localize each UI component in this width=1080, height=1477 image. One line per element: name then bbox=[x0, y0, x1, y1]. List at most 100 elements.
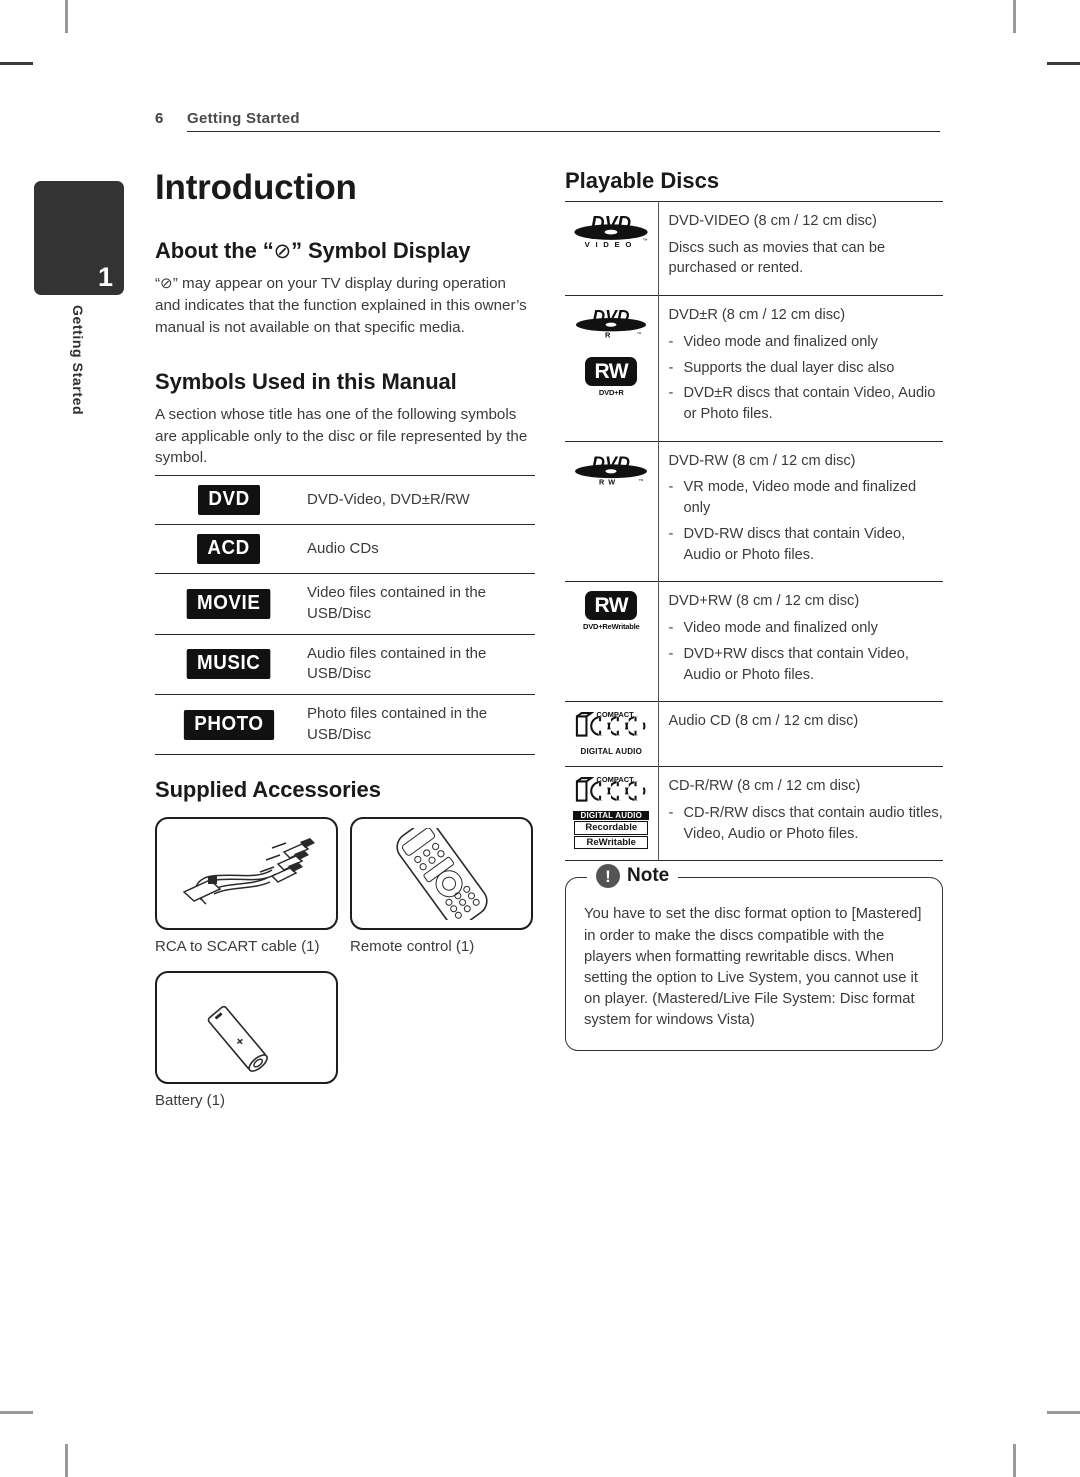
about-symbol-body: “⊘” may appear on your TV display during… bbox=[155, 275, 527, 336]
right-column: Playable Discs DVD V I D E O ™ DVD-VIDEO… bbox=[565, 168, 943, 1052]
list-item: - VR mode, Video mode and finalized only bbox=[669, 477, 944, 518]
crop-mark-bottom-right-vertical bbox=[1013, 1444, 1016, 1477]
compact-disc-digital-audio-caption: DIGITAL AUDIO bbox=[580, 747, 643, 757]
accessory-box-remote bbox=[350, 817, 533, 931]
disc-bullet-dvd-plus-rw-2: DVD+RW discs that contain Video, Audio o… bbox=[683, 645, 909, 683]
recordable-tag: Recordable bbox=[574, 821, 649, 835]
table-row: MUSIC Audio files contained in the USB/D… bbox=[155, 634, 535, 694]
crop-mark-bottom-left-horizontal bbox=[0, 1411, 33, 1414]
rw-dvd-plus-r-caption: DVD+R bbox=[598, 388, 624, 398]
note-title: Note bbox=[627, 865, 670, 887]
about-symbol-heading-prefix: About the “ bbox=[155, 238, 274, 263]
bullet-dash: - bbox=[668, 359, 674, 376]
header-section-title: Getting Started bbox=[187, 110, 300, 127]
accessories-row-1 bbox=[155, 817, 535, 931]
crop-mark-top-right-horizontal bbox=[1047, 62, 1080, 65]
crop-mark-top-left-vertical bbox=[65, 0, 68, 33]
rw-dvd-plus-rewritable-caption: DVD+ReWritable bbox=[583, 622, 640, 632]
playable-discs-heading: Playable Discs bbox=[565, 168, 720, 193]
list-item: - CD-R/RW discs that contain audio titles… bbox=[669, 803, 944, 844]
svg-text:COMPACT: COMPACT bbox=[597, 776, 635, 784]
symbol-badge-movie: MOVIE bbox=[186, 589, 272, 620]
list-item: - DVD±R discs that contain Video, Audio o… bbox=[669, 383, 944, 424]
bullet-dash: - bbox=[668, 385, 674, 402]
accessories-heading: Supplied Accessories bbox=[155, 777, 381, 803]
accessories-captions-row-1: RCA to SCART cable (1) Remote control (1… bbox=[155, 930, 535, 955]
symbol-desc-acd: Audio CDs bbox=[307, 540, 379, 557]
left-column: Introduction About the “⊘” Symbol Displa… bbox=[155, 168, 535, 1109]
note-body: You have to set the disc format option t… bbox=[584, 906, 922, 1029]
about-symbol-heading-suffix: ” Symbol Display bbox=[291, 238, 471, 263]
rca-to-scart-cable-icon bbox=[182, 837, 315, 905]
list-item: - DVD+RW discs that contain Video, Audio … bbox=[669, 644, 944, 685]
disc-bullet-dvd-plus-rw-1: Video mode and finalized only bbox=[683, 620, 878, 637]
battery-icon: + bbox=[207, 1005, 268, 1072]
playable-discs-table: DVD V I D E O ™ DVD-VIDEO (8 cm / 12 cm … bbox=[565, 201, 943, 861]
rw-dvd-plus-r-logo: RW DVD+R bbox=[571, 357, 652, 397]
accessory-caption-cable: RCA to SCART cable (1) bbox=[155, 938, 320, 956]
bullet-dash: - bbox=[668, 479, 674, 496]
symbol-badge-photo: PHOTO bbox=[183, 709, 275, 740]
chapter-side-label: Getting Started bbox=[70, 305, 86, 416]
chapter-number: 1 bbox=[97, 262, 113, 292]
symbol-badge-dvd: DVD bbox=[197, 485, 261, 516]
list-item: - Video mode and finalized only bbox=[669, 618, 944, 639]
symbol-badge-acd: ACD bbox=[197, 534, 261, 565]
page-title: Introduction bbox=[155, 168, 357, 207]
exclamation-icon: ! bbox=[596, 864, 620, 889]
list-item: - Video mode and finalized only bbox=[669, 332, 944, 353]
crop-mark-bottom-left-vertical bbox=[65, 1444, 68, 1477]
svg-text:DVD: DVD bbox=[592, 452, 630, 472]
table-row: MOVIE Video files contained in the USB/D… bbox=[155, 573, 535, 634]
document-page: 6 Getting Started 1 Getting Started Intr… bbox=[0, 0, 1080, 1477]
accessory-caption-remote: Remote control (1) bbox=[350, 938, 475, 956]
bullet-dash: - bbox=[668, 645, 674, 662]
table-row: DVD R ™ RW DVD+R DVD±R (8 cm / 12 cm dis… bbox=[565, 295, 944, 442]
bullet-dash: - bbox=[668, 333, 674, 350]
disc-bullet-dvd-pm-r-2: Supports the dual layer disc also bbox=[683, 359, 895, 376]
rw-dvd-plus-rewritable-logo: RW DVD+ReWritable bbox=[571, 591, 652, 631]
accessory-box-cable bbox=[155, 817, 338, 931]
table-row: COMPACT DIGITAL AUDIO Audio CD (8 cm / 1… bbox=[565, 701, 943, 767]
dvd-video-logo: DVD V I D E O ™ bbox=[574, 213, 648, 249]
dvd-r-logo: DVD R ™ bbox=[576, 306, 647, 340]
symbol-badge-music: MUSIC bbox=[186, 649, 272, 680]
symbols-table: DVD DVD-Video, DVD±R/RW ACD Audio CDs MO… bbox=[155, 475, 535, 755]
list-item: - DVD-RW discs that contain Video, Audio … bbox=[669, 524, 944, 565]
header-rule bbox=[187, 131, 940, 132]
list-item: - Supports the dual layer disc also bbox=[669, 358, 944, 379]
symbol-desc-music: Audio files contained in the USB/Disc bbox=[307, 644, 487, 683]
bullet-dash: - bbox=[668, 620, 674, 637]
symbol-desc-dvd: DVD-Video, DVD±R/RW bbox=[307, 491, 470, 508]
disc-title-dvd-pm-r: DVD±R (8 cm / 12 cm disc) bbox=[668, 307, 846, 324]
no-symbol-icon: ⊘ bbox=[273, 240, 292, 263]
crop-mark-top-right-vertical bbox=[1013, 0, 1016, 33]
disc-title-audio-cd: Audio CD (8 cm / 12 cm disc) bbox=[668, 713, 859, 730]
svg-text:™: ™ bbox=[637, 332, 642, 337]
disc-subtitle-dvd-video: Discs such as movies that can be purchas… bbox=[668, 239, 886, 277]
table-row: ACD Audio CDs bbox=[155, 524, 535, 574]
page-number: 6 bbox=[155, 110, 164, 127]
disc-title-cd-r-rw: CD-R/RW (8 cm / 12 cm disc) bbox=[668, 778, 861, 795]
svg-text:DVD: DVD bbox=[591, 213, 631, 234]
disc-title-dvd-plus-rw: DVD+RW (8 cm / 12 cm disc) bbox=[668, 593, 860, 610]
table-row: COMPACT DIGITAL AUDIO Recordable ReWrita… bbox=[565, 766, 944, 861]
compact-disc-digital-audio-caption-2: DIGITAL AUDIO bbox=[573, 811, 650, 821]
table-row: DVD DVD-Video, DVD±R/RW bbox=[155, 475, 535, 525]
dvd-rw-logo: DVD R W ™ bbox=[575, 452, 648, 486]
accessories-row-2: + Battery (1) bbox=[155, 971, 535, 1109]
dvd-r-caption: R bbox=[605, 331, 611, 340]
svg-text:™: ™ bbox=[643, 238, 648, 244]
table-row: DVD R W ™ DVD-RW (8 cm / 12 cm disc) - VR… bbox=[565, 441, 943, 582]
chapter-tab: 1 bbox=[34, 181, 124, 295]
note-callout: You have to set the disc format option t… bbox=[565, 864, 943, 1052]
compact-disc-digital-audio-logo: COMPACT DIGITAL AUDIO bbox=[571, 710, 652, 757]
symbol-desc-photo: Photo files contained in the USB/Disc bbox=[307, 705, 488, 743]
table-row: DVD V I D E O ™ DVD-VIDEO (8 cm / 12 cm … bbox=[565, 201, 943, 296]
accessory-caption-battery: Battery (1) bbox=[155, 1092, 226, 1110]
table-row: RW DVD+ReWritable DVD+RW (8 cm / 12 cm d… bbox=[565, 581, 944, 702]
about-symbol-heading: About the “⊘” Symbol Display bbox=[155, 238, 535, 264]
running-header: 6 Getting Started bbox=[155, 110, 940, 132]
disc-title-dvd-video: DVD-VIDEO (8 cm / 12 cm disc) bbox=[668, 213, 877, 229]
svg-text:™: ™ bbox=[639, 478, 644, 484]
